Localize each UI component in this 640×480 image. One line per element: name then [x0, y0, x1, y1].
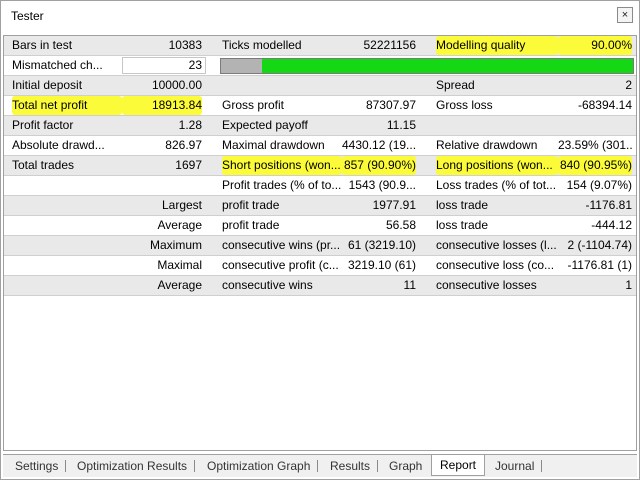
- report-table: Bars in test 10383 Ticks modelled 522211…: [3, 35, 637, 451]
- title-bar: Tester ×: [1, 1, 639, 31]
- tester-tabs: Settings Optimization Results Optimizati…: [3, 454, 637, 477]
- initial-deposit-value: 10000.00: [151, 78, 202, 92]
- max-consecutive-wins-value: 61 (3219.10): [347, 238, 416, 252]
- gross-profit-value: 87307.97: [365, 98, 416, 112]
- maximal-heading: Maximal: [157, 258, 202, 272]
- table-row: Average consecutive wins 11 consecutive …: [4, 276, 636, 296]
- bars-in-test-value: 10383: [168, 38, 202, 52]
- mismatched-charts-value: 23: [122, 57, 206, 74]
- bars-in-test-label: Bars in test: [12, 38, 73, 52]
- short-positions-value: 857 (90.90%): [342, 156, 416, 175]
- table-row: Maximal consecutive profit (c... 3219.10…: [4, 256, 636, 276]
- long-positions-value: 840 (90.95%): [558, 156, 632, 175]
- average-consecutive-wins-value: 11: [403, 278, 416, 292]
- maximal-consecutive-loss-label: consecutive loss (co...: [436, 258, 555, 272]
- total-trades-label: Total trades: [12, 158, 75, 172]
- average-consecutive-losses-value: 1: [625, 278, 632, 292]
- table-row: Profit factor 1.28 Expected payoff 11.15: [4, 116, 636, 136]
- maximal-drawdown-label: Maximal drawdown: [222, 138, 325, 152]
- tab-settings[interactable]: Settings: [7, 457, 67, 475]
- average-consecutive-wins-label: consecutive wins: [222, 278, 313, 292]
- largest-heading: Largest: [161, 198, 202, 212]
- profit-trades-value: 1543 (90.9...: [348, 178, 416, 192]
- maximal-drawdown-value: 4430.12 (19...: [342, 138, 416, 152]
- average-consecutive-heading: Average: [157, 278, 202, 292]
- tab-results[interactable]: Results: [322, 457, 379, 475]
- profit-factor-value: 1.28: [178, 118, 202, 132]
- max-consecutive-losses-label: consecutive losses (l...: [436, 238, 557, 252]
- modelling-quality-value: 90.00%: [558, 36, 632, 55]
- tab-optimization-results[interactable]: Optimization Results: [69, 457, 196, 475]
- gross-loss-label: Gross loss: [436, 98, 493, 112]
- total-net-profit-value: 18913.84: [122, 96, 202, 115]
- table-row: Maximum consecutive wins (pr... 61 (3219…: [4, 236, 636, 256]
- largest-profit-trade-value: 1977.91: [372, 198, 416, 212]
- total-net-profit-label: Total net profit: [12, 96, 122, 115]
- total-trades-value: 1697: [175, 158, 202, 172]
- maximal-consecutive-loss-value: -1176.81 (1): [567, 258, 632, 272]
- modelling-quality-bar: [220, 58, 634, 74]
- loss-trades-label: Loss trades (% of tot...: [436, 178, 557, 192]
- absolute-drawdown-value: 826.97: [165, 138, 202, 152]
- ticks-modelled-label: Ticks modelled: [222, 38, 302, 52]
- ticks-modelled-value: 52221156: [363, 38, 417, 52]
- max-consecutive-wins-label: consecutive wins (pr...: [222, 238, 341, 252]
- average-heading: Average: [157, 218, 202, 232]
- loss-trades-value: 154 (9.07%): [566, 178, 632, 192]
- table-row: Mismatched ch... 23: [4, 56, 636, 76]
- average-consecutive-losses-label: consecutive losses: [436, 278, 537, 292]
- table-row: Profit trades (% of to... 1543 (90.9... …: [4, 176, 636, 196]
- mismatched-charts-label: Mismatched ch...: [12, 58, 103, 72]
- relative-drawdown-label: Relative drawdown: [436, 138, 538, 152]
- maximum-heading: Maximum: [149, 238, 202, 252]
- quality-bar-error-segment: [221, 59, 263, 73]
- average-profit-trade-value: 56.58: [385, 218, 416, 232]
- spread-value: 2: [625, 78, 632, 92]
- close-icon[interactable]: ×: [617, 7, 633, 23]
- tab-report[interactable]: Report: [431, 455, 486, 476]
- tab-graph[interactable]: Graph: [381, 457, 430, 475]
- tab-optimization-graph[interactable]: Optimization Graph: [199, 457, 319, 475]
- average-loss-trade-label: loss trade: [436, 218, 489, 232]
- profit-trades-label: Profit trades (% of to...: [222, 178, 342, 192]
- table-row: Absolute drawd... 826.97 Maximal drawdow…: [4, 136, 636, 156]
- window-title: Tester: [11, 9, 44, 23]
- maximal-consecutive-profit-value: 3219.10 (61): [347, 258, 416, 272]
- largest-loss-trade-label: loss trade: [436, 198, 489, 212]
- table-row: Initial deposit 10000.00 Spread 2: [4, 76, 636, 96]
- table-row: Total trades 1697 Short positions (won..…: [4, 156, 636, 176]
- relative-drawdown-value: 23.59% (301...: [558, 138, 632, 152]
- max-consecutive-losses-value: 2 (-1104.74): [567, 238, 632, 252]
- initial-deposit-label: Initial deposit: [12, 78, 83, 92]
- expected-payoff-label: Expected payoff: [222, 118, 308, 132]
- largest-profit-trade-label: profit trade: [222, 198, 280, 212]
- expected-payoff-value: 11.15: [386, 118, 416, 132]
- largest-loss-trade-value: -1176.81: [585, 198, 632, 212]
- gross-loss-value: -68394.14: [577, 98, 632, 112]
- quality-bar-fill: [262, 59, 633, 73]
- long-positions-label: Long positions (won...: [436, 156, 558, 175]
- tester-window: Tester × Bars in test 10383 Ticks modell…: [0, 0, 640, 480]
- short-positions-label: Short positions (won...: [222, 156, 342, 175]
- table-row: Average profit trade 56.58 loss trade -4…: [4, 216, 636, 236]
- absolute-drawdown-label: Absolute drawd...: [12, 138, 105, 152]
- maximal-consecutive-profit-label: consecutive profit (c...: [222, 258, 339, 272]
- average-loss-trade-value: -444.12: [591, 218, 632, 232]
- gross-profit-label: Gross profit: [222, 98, 285, 112]
- spread-label: Spread: [436, 78, 475, 92]
- table-row: Largest profit trade 1977.91 loss trade …: [4, 196, 636, 216]
- table-row: Bars in test 10383 Ticks modelled 522211…: [4, 36, 636, 56]
- tab-journal[interactable]: Journal: [487, 457, 543, 475]
- modelling-quality-label: Modelling quality: [436, 36, 558, 55]
- table-row: Total net profit 18913.84 Gross profit 8…: [4, 96, 636, 116]
- average-profit-trade-label: profit trade: [222, 218, 280, 232]
- profit-factor-label: Profit factor: [12, 118, 74, 132]
